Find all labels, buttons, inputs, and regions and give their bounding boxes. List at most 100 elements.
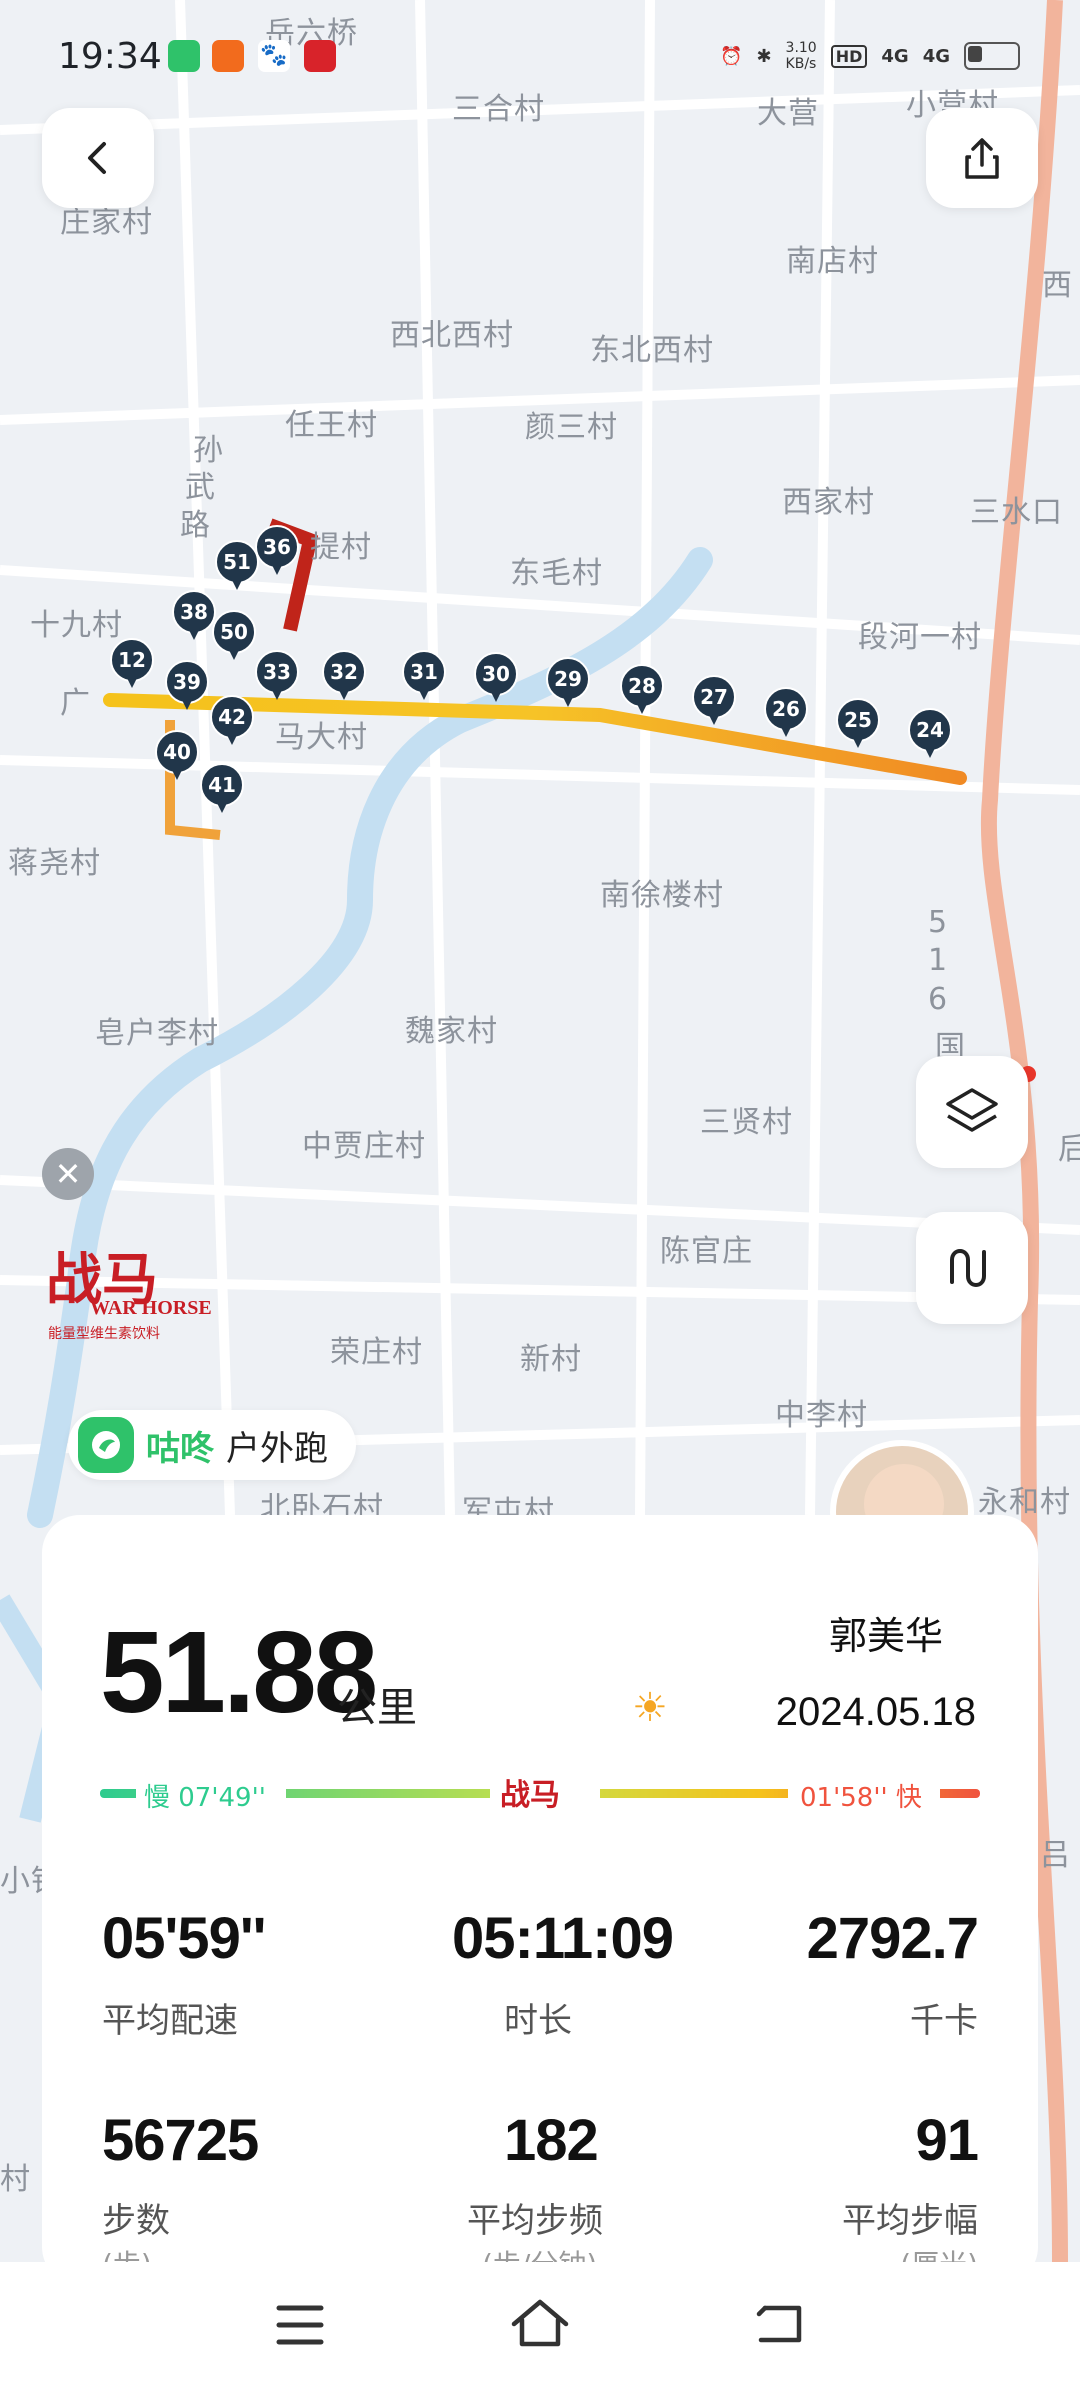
war-horse-logo: 战马 WAR HORSE 能量型维生素饮料: [40, 1235, 220, 1345]
village-label: 魏家村: [405, 1014, 498, 1049]
village-label: 5: [928, 905, 949, 940]
app-notification-icon: [304, 40, 336, 72]
net-speed: 3.10 KB/s: [786, 40, 817, 72]
km-marker[interactable]: 12: [110, 638, 154, 690]
alarm-icon: ⏰: [720, 45, 743, 67]
km-marker[interactable]: 32: [322, 650, 366, 702]
km-marker[interactable]: 38: [172, 590, 216, 642]
km-marker[interactable]: 24: [908, 708, 952, 760]
village-label: 广: [60, 686, 91, 721]
km-marker[interactable]: 28: [620, 664, 664, 716]
net-speed-unit: KB/s: [785, 56, 817, 72]
stat-calories-label: 千卡: [910, 2001, 978, 2041]
village-label: 段河一村: [858, 620, 982, 655]
menu-icon[interactable]: [275, 2302, 325, 2348]
bluetooth-icon: ✱: [756, 45, 772, 67]
signal-4g: 4G: [922, 45, 950, 67]
village-label: 吕: [1040, 1838, 1071, 1873]
pace-logo: 战马: [500, 1778, 560, 1813]
village-label: 路: [180, 508, 211, 543]
village-label: 三水口: [970, 495, 1063, 530]
km-marker[interactable]: 40: [155, 730, 199, 782]
stat-avg-pace-label: 平均配速: [102, 2001, 238, 2041]
village-label: 三贤村: [700, 1105, 793, 1140]
stat-avg-pace: 05'59'': [102, 1906, 266, 1971]
route-toggle-button[interactable]: [916, 1212, 1028, 1324]
paw-icon: 🐾: [258, 40, 290, 72]
village-label: 东北西村: [590, 333, 714, 368]
app-logo-icon: [78, 1417, 134, 1473]
route-wave-icon: [950, 1249, 986, 1287]
stat-cadence: 182: [504, 2108, 599, 2173]
village-label: 马大村: [275, 720, 368, 755]
village-label: 后: [1058, 1132, 1080, 1167]
distance-unit: 公里: [337, 1685, 417, 1731]
user-name: 郭美华: [828, 1614, 943, 1658]
village-label: 蒋尧村: [8, 846, 101, 881]
app-brand-pill: 咕咚 户外跑: [68, 1410, 356, 1480]
km-marker[interactable]: 51: [215, 540, 259, 592]
village-label: 1: [928, 943, 949, 978]
village-label: 颜三村: [525, 410, 618, 445]
battery-icon: [964, 42, 1020, 70]
village-label: 村: [0, 2162, 31, 2197]
stat-cadence-label: 平均步频: [467, 2201, 603, 2241]
km-marker[interactable]: 25: [836, 698, 880, 750]
back-button[interactable]: [42, 108, 154, 208]
logo-sub: WAR HORSE: [90, 1297, 212, 1319]
village-label: 6: [928, 982, 949, 1017]
share-button[interactable]: [926, 108, 1038, 208]
layers-icon: [946, 1088, 998, 1132]
back-icon[interactable]: [755, 2300, 805, 2348]
km-marker[interactable]: 31: [402, 650, 446, 702]
km-marker[interactable]: 39: [165, 660, 209, 712]
pace-fast-label: 01'58'' 快: [800, 1783, 922, 1813]
stat-stride-label: 平均步幅: [842, 2201, 978, 2241]
map-layers-button[interactable]: [916, 1056, 1028, 1168]
close-ad-button[interactable]: ✕: [42, 1148, 94, 1200]
km-marker[interactable]: 29: [546, 657, 590, 709]
village-label: 陈官庄: [660, 1234, 753, 1269]
sun-icon: ☀: [632, 1685, 668, 1731]
stat-steps-label: 步数: [102, 2201, 170, 2241]
km-marker[interactable]: 30: [474, 652, 518, 704]
app-notification-icon: [212, 40, 244, 72]
hd-icon: HD: [830, 44, 868, 68]
stat-duration-label: 时长: [504, 2001, 572, 2041]
village-label: 皂户李村: [95, 1016, 219, 1051]
km-marker[interactable]: 41: [200, 763, 244, 815]
pace-slow-label: 慢 07'49'': [144, 1783, 266, 1813]
stat-stride: 91: [915, 2108, 979, 2173]
stat-calories: 2792.7: [806, 1906, 979, 1971]
km-marker[interactable]: 27: [692, 675, 736, 727]
village-label: 西北西村: [390, 318, 514, 353]
net-speed-value: 3.10: [785, 40, 817, 56]
activity-type: 户外跑: [226, 1428, 328, 1469]
village-label: 中贾庄村: [302, 1129, 426, 1164]
km-marker[interactable]: 36: [255, 525, 299, 577]
app-root: 岳六桥 三合村 大营 小营村 庄家村 南店村 西 西北西村 东北西村 任王村 颜…: [0, 0, 1080, 2389]
bird-icon: [92, 1431, 120, 1459]
km-marker[interactable]: 50: [212, 610, 256, 662]
share-icon: [965, 138, 999, 179]
village-label: 新村: [520, 1342, 582, 1377]
chevron-left-icon: [88, 142, 106, 174]
village-label: 西: [1042, 268, 1073, 303]
km-marker[interactable]: 26: [764, 687, 808, 739]
village-label: 西家村: [782, 485, 875, 520]
village-label: 任王村: [285, 408, 378, 443]
km-marker[interactable]: 42: [210, 695, 254, 747]
status-bar: 19:34 🐾 ⏰ ✱ 3.10 KB/s HD 4G 4G: [0, 0, 1080, 110]
stat-steps: 56725: [102, 2108, 259, 2173]
village-label: 南徐楼村: [600, 878, 724, 913]
status-time: 19:34: [58, 36, 162, 77]
home-icon[interactable]: [510, 2296, 570, 2350]
battery-level: [968, 46, 982, 62]
close-icon: ✕: [54, 1155, 82, 1193]
village-label: 荣庄村: [330, 1335, 423, 1370]
stat-duration: 05:11:09: [452, 1906, 674, 1971]
pace-legend: 慢 07'49'' 战马 01'58'' 快: [100, 1770, 980, 1816]
village-label: 中李村: [775, 1398, 868, 1433]
km-marker[interactable]: 33: [255, 650, 299, 702]
distance-value: 51.88: [100, 1607, 378, 1737]
